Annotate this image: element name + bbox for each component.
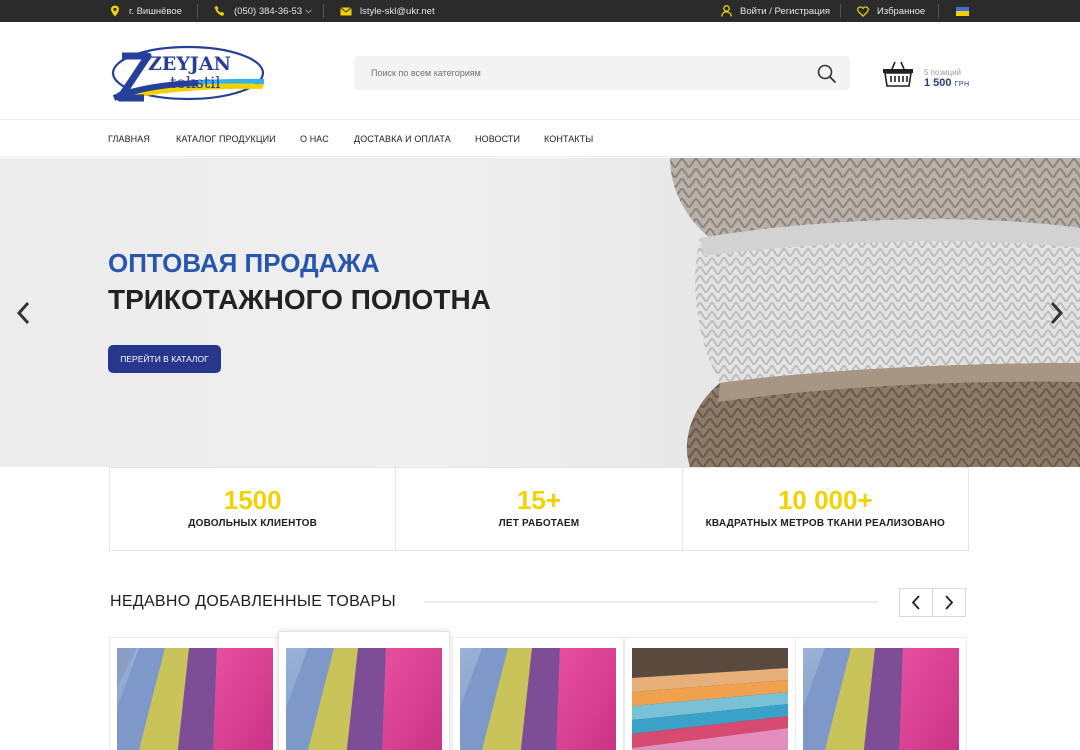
login-item[interactable]: Войти / Регистрация — [721, 0, 830, 22]
location-item: г. Вишнёвое — [110, 0, 182, 22]
nav-news[interactable]: НОВОСТИ — [475, 120, 520, 158]
product-card[interactable] — [795, 637, 967, 750]
cart-currency: грн — [954, 81, 970, 88]
product-card[interactable] — [109, 637, 281, 750]
location-text: г. Вишнёвое — [129, 5, 182, 17]
favorites-item[interactable]: Избранное — [857, 0, 925, 22]
cart-total: 1 500 грн — [924, 77, 970, 89]
phone-number[interactable]: (050) 384-36-53 — [234, 6, 302, 17]
catalog-cta-button[interactable]: ПЕРЕЙТИ В КАТАЛОГ — [108, 345, 221, 373]
stat-value: 10 000+ — [777, 485, 873, 515]
chevron-right-icon[interactable] — [933, 589, 965, 616]
nav-about[interactable]: О НАС — [300, 120, 329, 158]
top-bar: г. Вишнёвое (050) 384-36-53 lstyle-skl@u… — [0, 0, 1080, 22]
product-image — [632, 648, 788, 750]
product-card[interactable] — [624, 637, 796, 750]
title-divider — [424, 601, 878, 603]
search-bar — [354, 56, 850, 90]
stats-bar: 1500 ДОВОЛЬНЫХ КЛИЕНТОВ 15+ ЛЕТ РАБОТАЕМ… — [109, 467, 969, 551]
logo-text-2: tekstil — [170, 73, 220, 92]
search-icon[interactable] — [816, 63, 838, 85]
stat-years: 15+ ЛЕТ РАБОТАЕМ — [396, 468, 683, 550]
ukraine-flag-icon[interactable] — [956, 6, 969, 16]
user-icon — [721, 5, 732, 17]
hero-prev-arrow[interactable] — [12, 298, 36, 328]
favorites-link[interactable]: Избранное — [877, 6, 925, 17]
chevron-down-icon[interactable] — [305, 8, 312, 14]
nav-contacts[interactable]: КОНТАКТЫ — [544, 120, 593, 158]
stat-value: 15+ — [516, 485, 562, 515]
cart-total-value: 1 500 — [924, 77, 952, 89]
hero-title-line1: ОПТОВАЯ ПРОДАЖА — [108, 248, 380, 278]
search-input[interactable] — [354, 56, 794, 90]
phone-icon — [214, 5, 226, 17]
hero-next-arrow[interactable] — [1044, 298, 1068, 328]
product-image — [286, 648, 442, 750]
stat-label: ДОВОЛЬНЫХ КЛИЕНТОВ — [188, 518, 318, 529]
cart-widget[interactable]: 5 позиций 1 500 грн — [882, 58, 982, 92]
product-card[interactable] — [278, 631, 450, 750]
product-image — [117, 648, 273, 750]
nav-catalog[interactable]: КАТАЛОГ ПРОДУКЦИИ — [176, 120, 276, 158]
cart-count: 5 позиций — [924, 68, 962, 77]
main-nav: ГЛАВНАЯ КАТАЛОГ ПРОДУКЦИИ О НАС ДОСТАВКА… — [0, 119, 1080, 157]
basket-icon[interactable] — [882, 60, 914, 93]
knitwear-image — [670, 158, 1080, 467]
chevron-left-icon[interactable] — [12, 298, 36, 328]
stat-label: КВАДРАТНЫХ МЕТРОВ ТКАНИ РЕАЛИЗОВАНО — [705, 518, 946, 529]
chevron-right-icon[interactable] — [1044, 298, 1068, 328]
logo-text-1: ZEYJAN — [148, 53, 231, 75]
nav-home[interactable]: ГЛАВНАЯ — [108, 120, 150, 158]
email-item[interactable]: lstyle-skl@ukr.net — [340, 0, 435, 22]
hero-title-line2: ТРИКОТАЖНОГО ПОЛОТНА — [108, 284, 491, 315]
products-prev-button[interactable] — [899, 588, 933, 617]
stat-meters: 10 000+ КВАДРАТНЫХ МЕТРОВ ТКАНИ РЕАЛИЗОВ… — [683, 468, 968, 550]
stat-label: ЛЕТ РАБОТАЕМ — [498, 518, 580, 529]
location-pin-icon — [110, 5, 120, 17]
chevron-left-icon[interactable] — [900, 589, 932, 616]
products-next-button[interactable] — [932, 588, 966, 617]
stat-clients: 1500 ДОВОЛЬНЫХ КЛИЕНТОВ — [110, 468, 397, 550]
product-image — [460, 648, 616, 750]
email-link[interactable]: lstyle-skl@ukr.net — [360, 6, 435, 17]
heart-icon — [857, 5, 869, 17]
product-image — [803, 648, 959, 750]
recent-products-title: НЕДАВНО ДОБАВЛЕННЫЕ ТОВАРЫ — [110, 593, 396, 610]
nav-delivery[interactable]: ДОСТАВКА И ОПЛАТА — [354, 120, 451, 158]
product-card[interactable] — [452, 637, 624, 750]
site-logo[interactable]: ZEYJAN tekstil — [108, 38, 268, 112]
phone-item[interactable]: (050) 384-36-53 — [214, 0, 312, 22]
mail-icon — [340, 6, 352, 16]
login-link[interactable]: Войти / Регистрация — [740, 6, 830, 17]
language-switcher[interactable] — [956, 0, 969, 22]
stat-value: 1500 — [223, 485, 282, 515]
